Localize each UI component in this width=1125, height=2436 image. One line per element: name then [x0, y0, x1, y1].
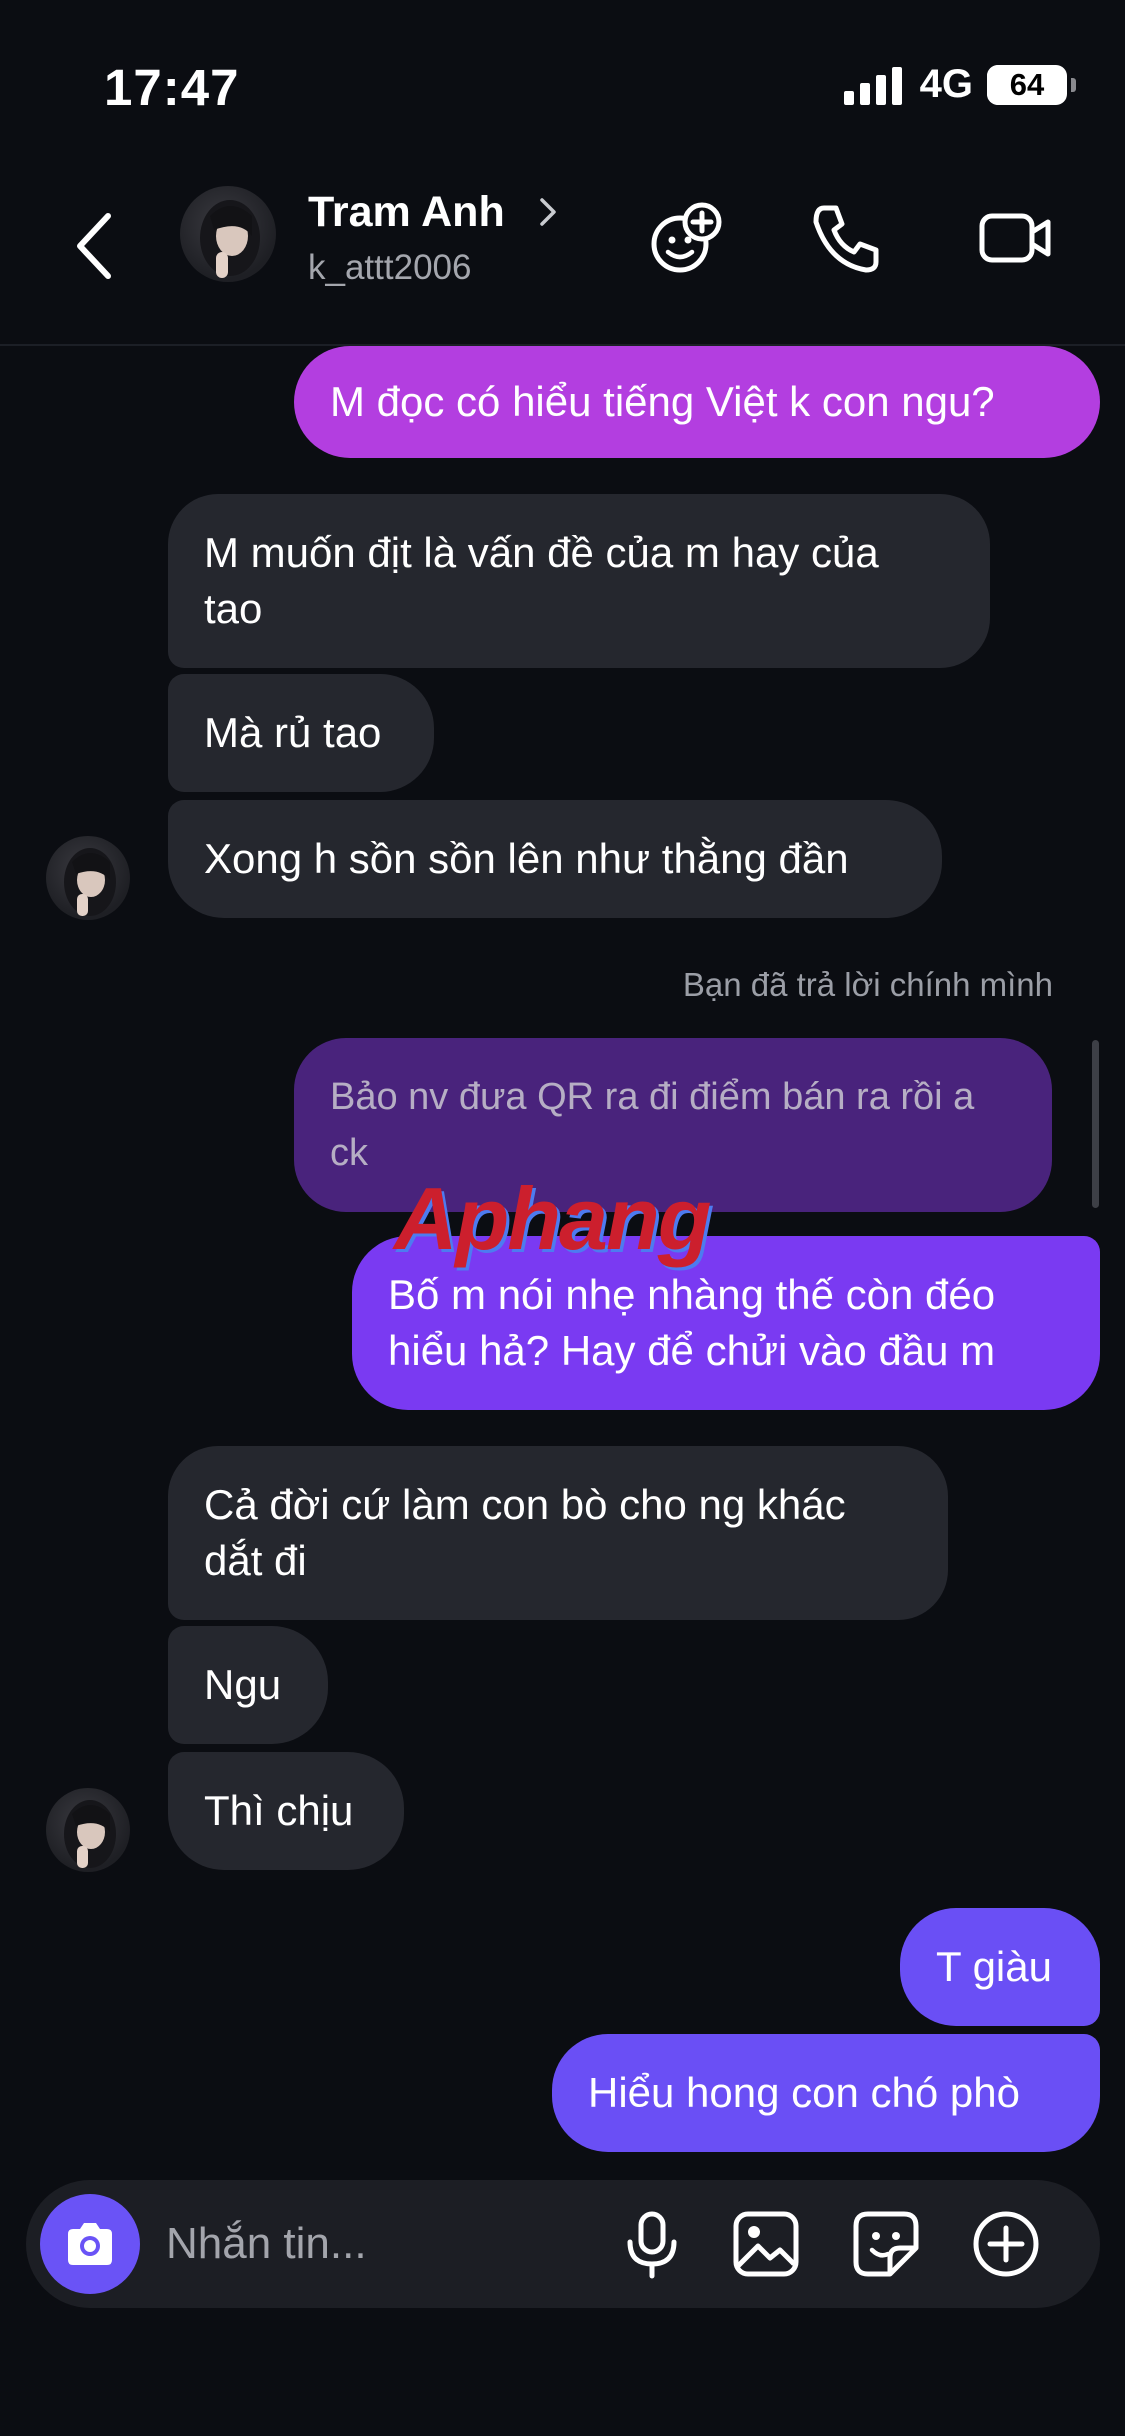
network-label: 4G	[919, 62, 973, 106]
chat-screen: 17:47 4G 64 Tram Anh k_attt2006 M đọc có…	[0, 0, 1125, 2436]
message-incoming[interactable]: Ngu	[168, 1626, 328, 1744]
battery-label: 64	[1009, 66, 1045, 102]
message-incoming[interactable]: Cả đời cứ làm con bò cho ng khác dắt đi	[168, 1446, 948, 1620]
chevron-right-icon[interactable]	[536, 194, 560, 230]
message-composer	[26, 2180, 1100, 2308]
scroll-indicator[interactable]	[1092, 1040, 1099, 1208]
camera-button[interactable]	[40, 2194, 140, 2294]
message-line: hiểu hả? Hay để chửi vào đầu m	[388, 1327, 996, 1374]
contact-name[interactable]: Tram Anh	[308, 188, 505, 237]
sender-avatar[interactable]	[46, 836, 130, 920]
message-incoming[interactable]: Mà rủ tao	[168, 674, 434, 792]
sender-avatar[interactable]	[46, 1788, 130, 1872]
message-line: M muốn địt là vấn đề của m hay của	[204, 529, 879, 576]
message-outgoing[interactable]: M đọc có hiểu tiếng Việt k con ngu?	[294, 346, 1100, 458]
message-outgoing[interactable]: Hiểu hong con chó phò	[552, 2034, 1100, 2152]
sticker-icon[interactable]	[850, 2208, 922, 2280]
message-incoming[interactable]: Thì chịu	[168, 1752, 404, 1870]
message-incoming[interactable]: Xong h sồn sồn lên như thằng đần	[168, 800, 942, 918]
effects-icon[interactable]	[646, 198, 726, 278]
chat-header: Tram Anh k_attt2006	[0, 160, 1125, 346]
add-icon[interactable]	[970, 2208, 1042, 2280]
message-line: Cả đời cứ làm con bò cho ng khác	[204, 1481, 846, 1528]
microphone-icon[interactable]	[616, 2208, 688, 2280]
message-outgoing[interactable]: T giàu	[900, 1908, 1100, 2026]
status-indicators: 4G 64	[843, 62, 1076, 107]
message-outgoing[interactable]: Bố m nói nhẹ nhàng thế còn đéo hiểu hả? …	[352, 1236, 1100, 1410]
back-icon[interactable]	[70, 206, 120, 286]
gallery-icon[interactable]	[730, 2208, 802, 2280]
message-incoming[interactable]: M muốn địt là vấn đề của m hay của tao	[168, 494, 990, 668]
contact-avatar[interactable]	[180, 186, 276, 282]
message-input[interactable]	[166, 2204, 586, 2284]
camera-icon	[68, 2223, 112, 2265]
quoted-line: Bảo nv đưa QR ra đi điểm bán ra rồi a	[330, 1076, 975, 1118]
message-line: tao	[204, 585, 263, 632]
phone-icon[interactable]	[806, 198, 886, 278]
video-icon[interactable]	[976, 198, 1056, 278]
status-time: 17:47	[104, 59, 240, 116]
battery-icon: 64	[987, 64, 1076, 105]
message-line: dắt đi	[204, 1537, 307, 1584]
contact-username[interactable]: k_attt2006	[308, 248, 471, 288]
reply-context-label: Bạn đã trả lời chính mình	[682, 966, 1053, 1003]
message-line: Bố m nói nhẹ nhàng thế còn đéo	[388, 1271, 996, 1318]
signal-icon	[843, 65, 902, 105]
quoted-message[interactable]: Bảo nv đưa QR ra đi điểm bán ra rồi a ck	[294, 1038, 1052, 1212]
quoted-line: ck	[330, 1132, 368, 1174]
